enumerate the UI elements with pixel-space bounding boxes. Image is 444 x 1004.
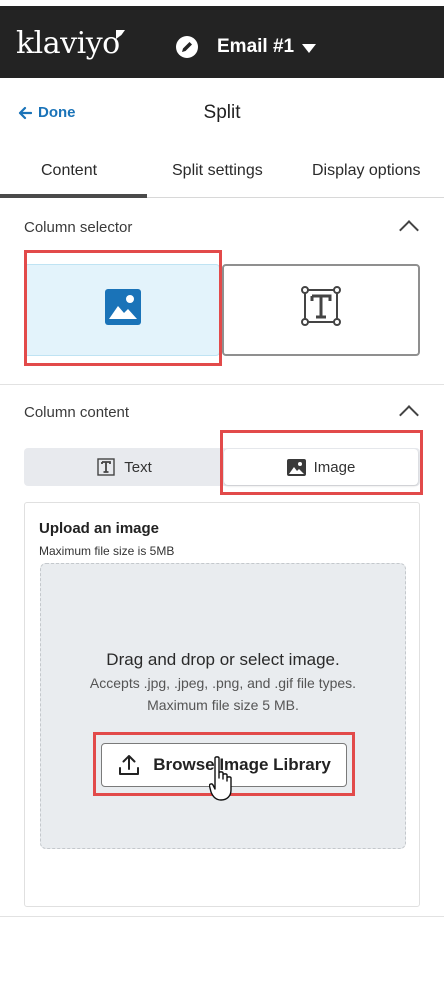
edit-pencil-icon[interactable] <box>176 36 198 58</box>
upload-subtitle: Maximum file size is 5MB <box>39 544 175 558</box>
column-selector-title: Column selector <box>24 219 133 236</box>
panel-title: Split <box>203 102 241 123</box>
section-divider <box>0 384 444 385</box>
section-divider <box>0 916 444 917</box>
image-dropzone[interactable]: Drag and drop or select image. Accepts .… <box>40 563 406 849</box>
active-tab-indicator <box>0 194 147 198</box>
email-title[interactable]: Email #1 <box>217 36 294 58</box>
upload-icon <box>119 755 140 775</box>
dropzone-size-limit: Maximum file size 5 MB. <box>147 697 299 713</box>
column-content-title: Column content <box>24 404 130 421</box>
content-type-toggle: Text Image <box>24 448 420 486</box>
text-icon <box>301 286 341 326</box>
segment-text-label: Text <box>124 458 152 476</box>
klaviyo-logo[interactable]: klaviyo <box>16 26 120 61</box>
tab-content[interactable]: Content <box>41 162 97 180</box>
chevron-up-icon[interactable] <box>399 405 419 425</box>
dropzone-file-types: Accepts .jpg, .jpeg, .png, and .gif file… <box>89 675 357 691</box>
chevron-up-icon[interactable] <box>399 220 419 240</box>
image-icon <box>286 458 306 476</box>
panel-header: Done Split <box>0 78 444 148</box>
caret-down-icon[interactable] <box>302 44 316 53</box>
hand-cursor-icon <box>209 756 232 801</box>
tab-bar: Content Split settings Display options <box>0 148 444 198</box>
top-bar: klaviyo Email #1 <box>0 0 444 78</box>
column-option-text[interactable] <box>222 264 420 356</box>
tab-display-options[interactable]: Display options <box>312 162 421 180</box>
column-option-image[interactable] <box>24 264 220 356</box>
text-icon <box>97 458 115 476</box>
browse-button-label: Browse Image Library <box>153 755 331 774</box>
logo-flag-icon <box>116 30 125 39</box>
segment-image-label: Image <box>313 458 356 476</box>
upload-title: Upload an image <box>39 520 160 537</box>
tab-split-settings[interactable]: Split settings <box>172 162 263 180</box>
image-icon <box>105 289 141 325</box>
upload-card: Upload an image Maximum file size is 5MB… <box>24 502 420 907</box>
dropzone-title: Drag and drop or select image. <box>106 650 340 669</box>
segment-text[interactable]: Text <box>24 448 224 486</box>
segment-image[interactable]: Image <box>224 449 418 485</box>
